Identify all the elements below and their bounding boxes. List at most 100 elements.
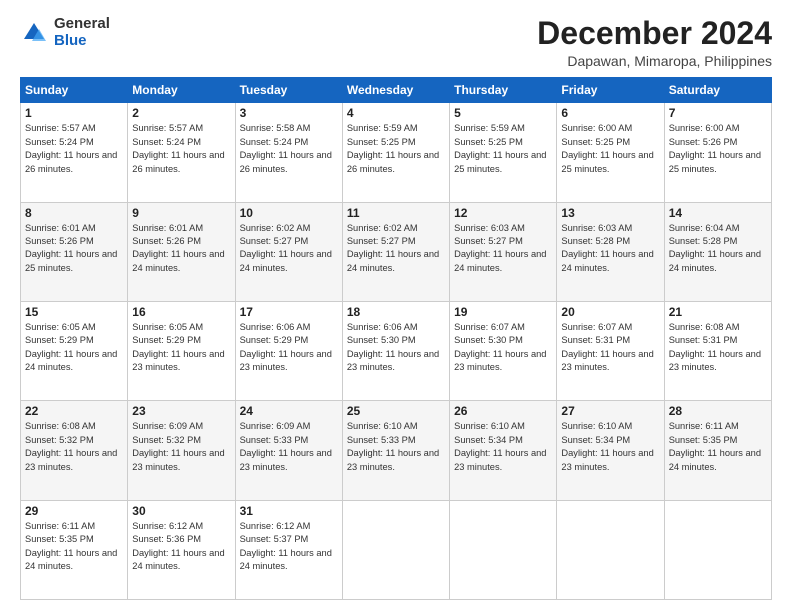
day-number: 5 xyxy=(454,106,552,120)
day-info: Sunrise: 6:05 AM Sunset: 5:29 PM Dayligh… xyxy=(132,321,230,375)
calendar-table: Sunday Monday Tuesday Wednesday Thursday… xyxy=(20,77,772,600)
day-number: 3 xyxy=(240,106,338,120)
day-info: Sunrise: 5:59 AM Sunset: 5:25 PM Dayligh… xyxy=(454,122,552,176)
table-row: 29 Sunrise: 6:11 AM Sunset: 5:35 PM Dayl… xyxy=(21,500,772,599)
day-number: 23 xyxy=(132,404,230,418)
table-cell: 14 Sunrise: 6:04 AM Sunset: 5:28 PM Dayl… xyxy=(664,202,771,301)
table-cell xyxy=(664,500,771,599)
day-info: Sunrise: 6:09 AM Sunset: 5:32 PM Dayligh… xyxy=(132,420,230,474)
day-number: 16 xyxy=(132,305,230,319)
day-info: Sunrise: 6:07 AM Sunset: 5:30 PM Dayligh… xyxy=(454,321,552,375)
table-cell xyxy=(557,500,664,599)
day-number: 6 xyxy=(561,106,659,120)
table-cell: 10 Sunrise: 6:02 AM Sunset: 5:27 PM Dayl… xyxy=(235,202,342,301)
day-info: Sunrise: 6:04 AM Sunset: 5:28 PM Dayligh… xyxy=(669,222,767,276)
day-info: Sunrise: 6:11 AM Sunset: 5:35 PM Dayligh… xyxy=(25,520,123,574)
title-block: December 2024 Dapawan, Mimaropa, Philipp… xyxy=(537,16,772,69)
day-number: 10 xyxy=(240,206,338,220)
table-cell: 25 Sunrise: 6:10 AM Sunset: 5:33 PM Dayl… xyxy=(342,401,449,500)
table-cell: 24 Sunrise: 6:09 AM Sunset: 5:33 PM Dayl… xyxy=(235,401,342,500)
day-info: Sunrise: 6:01 AM Sunset: 5:26 PM Dayligh… xyxy=(25,222,123,276)
day-info: Sunrise: 6:12 AM Sunset: 5:37 PM Dayligh… xyxy=(240,520,338,574)
day-info: Sunrise: 6:00 AM Sunset: 5:25 PM Dayligh… xyxy=(561,122,659,176)
col-monday: Monday xyxy=(128,78,235,103)
day-number: 8 xyxy=(25,206,123,220)
table-cell: 12 Sunrise: 6:03 AM Sunset: 5:27 PM Dayl… xyxy=(450,202,557,301)
table-cell: 15 Sunrise: 6:05 AM Sunset: 5:29 PM Dayl… xyxy=(21,301,128,400)
table-cell: 3 Sunrise: 5:58 AM Sunset: 5:24 PM Dayli… xyxy=(235,103,342,202)
day-number: 29 xyxy=(25,504,123,518)
table-cell: 19 Sunrise: 6:07 AM Sunset: 5:30 PM Dayl… xyxy=(450,301,557,400)
day-info: Sunrise: 6:05 AM Sunset: 5:29 PM Dayligh… xyxy=(25,321,123,375)
table-cell: 9 Sunrise: 6:01 AM Sunset: 5:26 PM Dayli… xyxy=(128,202,235,301)
day-number: 20 xyxy=(561,305,659,319)
table-cell: 18 Sunrise: 6:06 AM Sunset: 5:30 PM Dayl… xyxy=(342,301,449,400)
day-number: 9 xyxy=(132,206,230,220)
day-number: 14 xyxy=(669,206,767,220)
table-cell: 20 Sunrise: 6:07 AM Sunset: 5:31 PM Dayl… xyxy=(557,301,664,400)
day-info: Sunrise: 6:02 AM Sunset: 5:27 PM Dayligh… xyxy=(240,222,338,276)
day-info: Sunrise: 6:06 AM Sunset: 5:29 PM Dayligh… xyxy=(240,321,338,375)
day-number: 15 xyxy=(25,305,123,319)
table-cell: 22 Sunrise: 6:08 AM Sunset: 5:32 PM Dayl… xyxy=(21,401,128,500)
table-cell: 11 Sunrise: 6:02 AM Sunset: 5:27 PM Dayl… xyxy=(342,202,449,301)
header: General Blue December 2024 Dapawan, Mima… xyxy=(20,16,772,69)
day-number: 4 xyxy=(347,106,445,120)
day-info: Sunrise: 5:57 AM Sunset: 5:24 PM Dayligh… xyxy=(132,122,230,176)
col-thursday: Thursday xyxy=(450,78,557,103)
header-row: Sunday Monday Tuesday Wednesday Thursday… xyxy=(21,78,772,103)
day-number: 18 xyxy=(347,305,445,319)
col-friday: Friday xyxy=(557,78,664,103)
logo-icon xyxy=(20,19,48,47)
day-number: 7 xyxy=(669,106,767,120)
day-number: 13 xyxy=(561,206,659,220)
day-info: Sunrise: 5:57 AM Sunset: 5:24 PM Dayligh… xyxy=(25,122,123,176)
month-title: December 2024 xyxy=(537,16,772,51)
table-cell: 30 Sunrise: 6:12 AM Sunset: 5:36 PM Dayl… xyxy=(128,500,235,599)
day-number: 2 xyxy=(132,106,230,120)
table-row: 8 Sunrise: 6:01 AM Sunset: 5:26 PM Dayli… xyxy=(21,202,772,301)
day-info: Sunrise: 6:01 AM Sunset: 5:26 PM Dayligh… xyxy=(132,222,230,276)
day-info: Sunrise: 6:03 AM Sunset: 5:27 PM Dayligh… xyxy=(454,222,552,276)
day-info: Sunrise: 6:02 AM Sunset: 5:27 PM Dayligh… xyxy=(347,222,445,276)
table-cell: 7 Sunrise: 6:00 AM Sunset: 5:26 PM Dayli… xyxy=(664,103,771,202)
day-info: Sunrise: 6:00 AM Sunset: 5:26 PM Dayligh… xyxy=(669,122,767,176)
table-cell: 4 Sunrise: 5:59 AM Sunset: 5:25 PM Dayli… xyxy=(342,103,449,202)
logo-general: General xyxy=(54,16,110,33)
table-cell: 29 Sunrise: 6:11 AM Sunset: 5:35 PM Dayl… xyxy=(21,500,128,599)
day-info: Sunrise: 6:10 AM Sunset: 5:34 PM Dayligh… xyxy=(454,420,552,474)
table-row: 15 Sunrise: 6:05 AM Sunset: 5:29 PM Dayl… xyxy=(21,301,772,400)
day-info: Sunrise: 6:08 AM Sunset: 5:31 PM Dayligh… xyxy=(669,321,767,375)
day-info: Sunrise: 6:03 AM Sunset: 5:28 PM Dayligh… xyxy=(561,222,659,276)
table-cell: 13 Sunrise: 6:03 AM Sunset: 5:28 PM Dayl… xyxy=(557,202,664,301)
table-cell: 6 Sunrise: 6:00 AM Sunset: 5:25 PM Dayli… xyxy=(557,103,664,202)
page: General Blue December 2024 Dapawan, Mima… xyxy=(0,0,792,612)
day-info: Sunrise: 6:07 AM Sunset: 5:31 PM Dayligh… xyxy=(561,321,659,375)
day-number: 12 xyxy=(454,206,552,220)
day-info: Sunrise: 6:12 AM Sunset: 5:36 PM Dayligh… xyxy=(132,520,230,574)
day-info: Sunrise: 6:10 AM Sunset: 5:34 PM Dayligh… xyxy=(561,420,659,474)
day-number: 24 xyxy=(240,404,338,418)
day-number: 1 xyxy=(25,106,123,120)
table-cell: 26 Sunrise: 6:10 AM Sunset: 5:34 PM Dayl… xyxy=(450,401,557,500)
day-number: 25 xyxy=(347,404,445,418)
table-cell: 31 Sunrise: 6:12 AM Sunset: 5:37 PM Dayl… xyxy=(235,500,342,599)
col-sunday: Sunday xyxy=(21,78,128,103)
day-number: 27 xyxy=(561,404,659,418)
col-tuesday: Tuesday xyxy=(235,78,342,103)
day-number: 11 xyxy=(347,206,445,220)
day-number: 28 xyxy=(669,404,767,418)
table-row: 22 Sunrise: 6:08 AM Sunset: 5:32 PM Dayl… xyxy=(21,401,772,500)
table-cell xyxy=(342,500,449,599)
table-row: 1 Sunrise: 5:57 AM Sunset: 5:24 PM Dayli… xyxy=(21,103,772,202)
logo-text: General Blue xyxy=(54,16,110,49)
col-wednesday: Wednesday xyxy=(342,78,449,103)
table-cell: 23 Sunrise: 6:09 AM Sunset: 5:32 PM Dayl… xyxy=(128,401,235,500)
table-cell: 1 Sunrise: 5:57 AM Sunset: 5:24 PM Dayli… xyxy=(21,103,128,202)
day-number: 19 xyxy=(454,305,552,319)
day-info: Sunrise: 6:08 AM Sunset: 5:32 PM Dayligh… xyxy=(25,420,123,474)
table-cell: 16 Sunrise: 6:05 AM Sunset: 5:29 PM Dayl… xyxy=(128,301,235,400)
day-info: Sunrise: 5:59 AM Sunset: 5:25 PM Dayligh… xyxy=(347,122,445,176)
day-info: Sunrise: 6:09 AM Sunset: 5:33 PM Dayligh… xyxy=(240,420,338,474)
day-number: 17 xyxy=(240,305,338,319)
